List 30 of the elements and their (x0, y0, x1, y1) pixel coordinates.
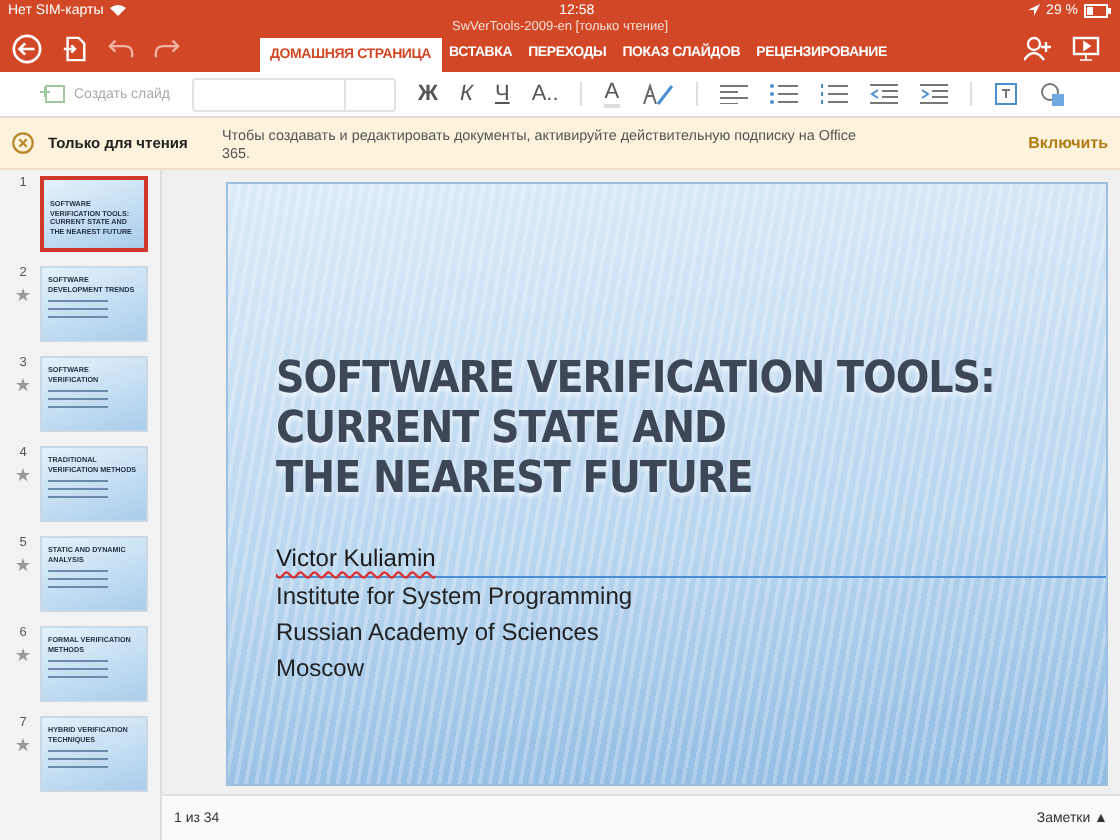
format-brush-icon[interactable] (641, 82, 674, 106)
bold-button[interactable]: Ж (418, 82, 438, 106)
slide-title: SOFTWARE VERIFICATION TOOLS: CURRENT STATE AND THE NEAREST FUTURE (276, 354, 997, 504)
numbered-list-icon[interactable] (819, 84, 848, 104)
bullet-list-icon[interactable] (769, 84, 798, 104)
decrease-indent-icon[interactable] (869, 84, 898, 104)
align-left-icon[interactable] (719, 84, 748, 104)
text-box-icon[interactable] (993, 82, 1018, 106)
file-icon[interactable] (62, 35, 88, 61)
presentation-icon[interactable] (1072, 35, 1100, 61)
font-color-button[interactable]: А (604, 80, 620, 108)
location-icon (1028, 4, 1041, 16)
shapes-icon[interactable] (1039, 82, 1066, 106)
redo-icon[interactable] (154, 36, 180, 60)
slide-subtitle-line: Moscow (276, 652, 367, 686)
undo-icon[interactable] (108, 36, 134, 60)
font-effects-button[interactable]: А.. (531, 82, 559, 106)
close-icon[interactable] (12, 132, 34, 154)
wifi-icon (109, 4, 126, 16)
font-field[interactable] (192, 77, 397, 111)
underline-button[interactable]: Ч (494, 82, 510, 106)
italic-button[interactable]: К (459, 82, 473, 106)
battery-icon (1084, 3, 1113, 17)
slide-subtitle-line: Institute for System Programming (276, 580, 635, 614)
slide-subtitle-line: Russian Academy of Sciences (276, 616, 601, 650)
add-person-icon[interactable] (1024, 35, 1052, 61)
new-slide-icon (40, 84, 66, 104)
back-icon[interactable] (12, 33, 42, 63)
increase-indent-icon[interactable] (919, 84, 948, 104)
slide-author: Victor Kuliamin (276, 544, 1106, 578)
